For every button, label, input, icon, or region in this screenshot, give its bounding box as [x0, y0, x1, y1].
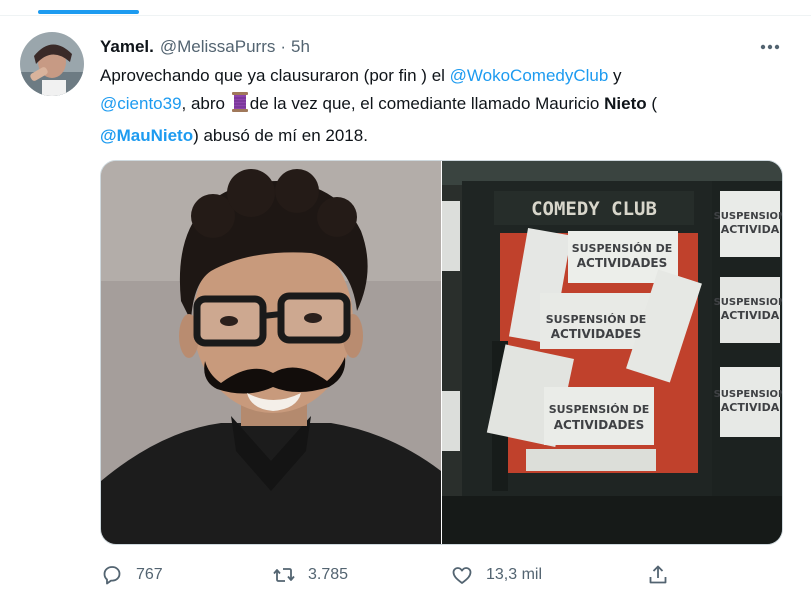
- more-options-button[interactable]: [754, 36, 786, 58]
- text-segment: (: [646, 94, 657, 113]
- tweet-text: Aprovechando que ya clausuraron (por fin…: [100, 62, 790, 150]
- tweet-timestamp[interactable]: 5h: [291, 37, 310, 57]
- seal-text: SUSPENSIÓN DE: [546, 313, 647, 326]
- like-count: 13,3 mil: [486, 566, 543, 583]
- text-segment: , abro: [181, 94, 230, 113]
- thread-spool-icon: [231, 91, 249, 122]
- tweet-text-line-1: Aprovechando que ya clausuraron (por fin…: [100, 62, 790, 90]
- author-handle[interactable]: @MelissaPurrs: [160, 37, 276, 57]
- share-button[interactable]: [646, 560, 670, 590]
- reply-icon: [103, 566, 121, 585]
- heart-icon: [452, 567, 472, 584]
- seal-text: ACTIVIDADES: [554, 418, 645, 432]
- top-strip: [0, 0, 811, 16]
- text-segment: de la vez que, el comediante llamado Mau…: [249, 94, 605, 113]
- retweet-icon: [273, 568, 295, 582]
- seal-text: SUSPENSIÓN DE: [549, 403, 650, 416]
- mention-ciento39[interactable]: @ciento39: [100, 94, 182, 113]
- seal-text: ACTIVIDADES: [551, 327, 642, 341]
- more-icon: [760, 44, 780, 50]
- comedy-club-sign: COMEDY CLUB: [531, 198, 657, 220]
- text-segment: y: [608, 66, 622, 85]
- tweet-media[interactable]: COMEDY CLUB SUSPENSIÓN DE ACTIVIDADES SU…: [100, 160, 783, 545]
- share-icon: [649, 565, 667, 584]
- like-button[interactable]: 13,3 mil: [450, 560, 542, 590]
- seal-text: SUSPENSIÓN DE: [572, 242, 673, 255]
- mention-wokocomedyclub[interactable]: @WokoComedyClub: [450, 66, 609, 85]
- seal-text: ACTIVIDADES: [577, 256, 668, 270]
- text-segment: ) abusó de mí en 2018.: [193, 126, 368, 145]
- author-display-name[interactable]: Yamel.: [100, 37, 154, 57]
- retweet-count: 3.785: [308, 566, 349, 583]
- seal-text: ACTIVIDA: [721, 401, 780, 414]
- seal-text: ACTIVIDA: [721, 309, 780, 322]
- avatar[interactable]: [20, 32, 84, 96]
- tweet-actions: 767 3.785 13,3 mil: [100, 560, 680, 590]
- media-photo-comedy-club[interactable]: COMEDY CLUB SUSPENSIÓN DE ACTIVIDADES SU…: [442, 161, 782, 544]
- header-separator: ·: [280, 37, 287, 56]
- seal-text: SUSPENSION: [714, 297, 782, 308]
- active-tab-indicator: [38, 10, 139, 14]
- bold-name: Nieto: [604, 94, 647, 113]
- media-photo-portrait[interactable]: [101, 161, 441, 544]
- seal-text: ACTIVIDA: [721, 223, 780, 236]
- text-segment: Aprovechando que ya clausuraron (por fin…: [100, 66, 450, 85]
- retweet-button[interactable]: 3.785: [272, 560, 348, 590]
- seal-text: SUSPENSION: [714, 211, 782, 222]
- tweet-header: Yamel. @MelissaPurrs · 5h: [100, 36, 310, 58]
- reply-button[interactable]: 767: [100, 560, 163, 590]
- seal-text: SUSPENSION: [714, 389, 782, 400]
- reply-count: 767: [136, 566, 163, 583]
- mention-maunieto[interactable]: @MauNieto: [100, 126, 193, 145]
- tweet-text-line-3: @MauNieto) abusó de mí en 2018.: [100, 122, 790, 150]
- tweet-text-line-2: @ciento39, abro de la vez que, el comedi…: [100, 90, 790, 122]
